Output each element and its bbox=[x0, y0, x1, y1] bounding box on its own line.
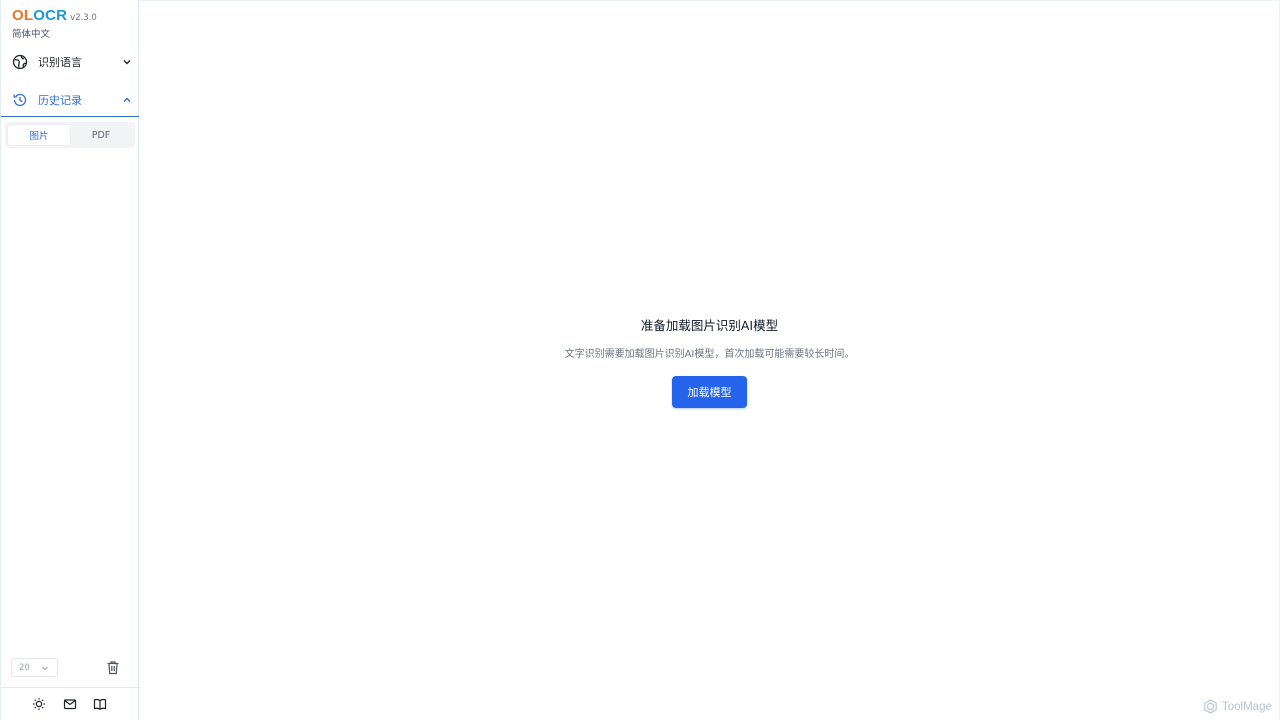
load-model-description: 文字识别需要加载图片识别AI模型，首次加载可能需要较长时间。 bbox=[564, 349, 855, 360]
app-version: v2.3.0 bbox=[70, 13, 97, 23]
tab-pdf[interactable]: PDF bbox=[70, 125, 132, 145]
history-type-tabs: 图片 PDF bbox=[5, 122, 135, 148]
load-model-title: 准备加载图片识别AI模型 bbox=[640, 318, 779, 333]
main-panel: 准备加载图片识别AI模型 文字识别需要加载图片识别AI模型，首次加载可能需要较长… bbox=[139, 0, 1280, 720]
chevron-up-icon bbox=[123, 97, 131, 102]
tab-image[interactable]: 图片 bbox=[8, 125, 70, 145]
mail-icon[interactable] bbox=[63, 697, 77, 711]
page-size-select[interactable]: 20 bbox=[11, 658, 58, 677]
menu-history-label: 历史记录 bbox=[38, 93, 82, 107]
chevron-down-icon bbox=[123, 60, 131, 65]
watermark: ToolMage bbox=[1203, 699, 1272, 714]
brand: OL OCR v2.3.0 简体中文 bbox=[12, 7, 97, 40]
sun-icon[interactable] bbox=[32, 697, 46, 711]
menu-recognition-language[interactable]: 识别语言 bbox=[1, 45, 139, 79]
book-icon[interactable] bbox=[93, 697, 107, 711]
menu-history[interactable]: 历史记录 bbox=[1, 83, 139, 117]
load-model-button[interactable]: 加载模型 bbox=[672, 376, 747, 408]
sidebar: OL OCR v2.3.0 简体中文 识别语言 历史记录 图片 PDF 20 bbox=[0, 0, 139, 720]
menu-recognition-language-label: 识别语言 bbox=[38, 56, 82, 69]
chevron-down-icon bbox=[42, 666, 48, 671]
sidebar-footer bbox=[1, 687, 139, 720]
ui-language-switch[interactable]: 简体中文 bbox=[12, 26, 97, 40]
logo-row: OL OCR v2.3.0 bbox=[12, 7, 97, 24]
watermark-text: ToolMage bbox=[1222, 700, 1272, 713]
page-size-value: 20 bbox=[19, 662, 30, 673]
history-icon bbox=[12, 92, 28, 108]
globe-icon bbox=[12, 54, 28, 70]
logo-ocr: OCR bbox=[33, 7, 68, 24]
toolmage-logo-icon bbox=[1204, 699, 1217, 714]
logo-ol: OL bbox=[12, 7, 34, 24]
trash-icon[interactable] bbox=[106, 660, 120, 675]
